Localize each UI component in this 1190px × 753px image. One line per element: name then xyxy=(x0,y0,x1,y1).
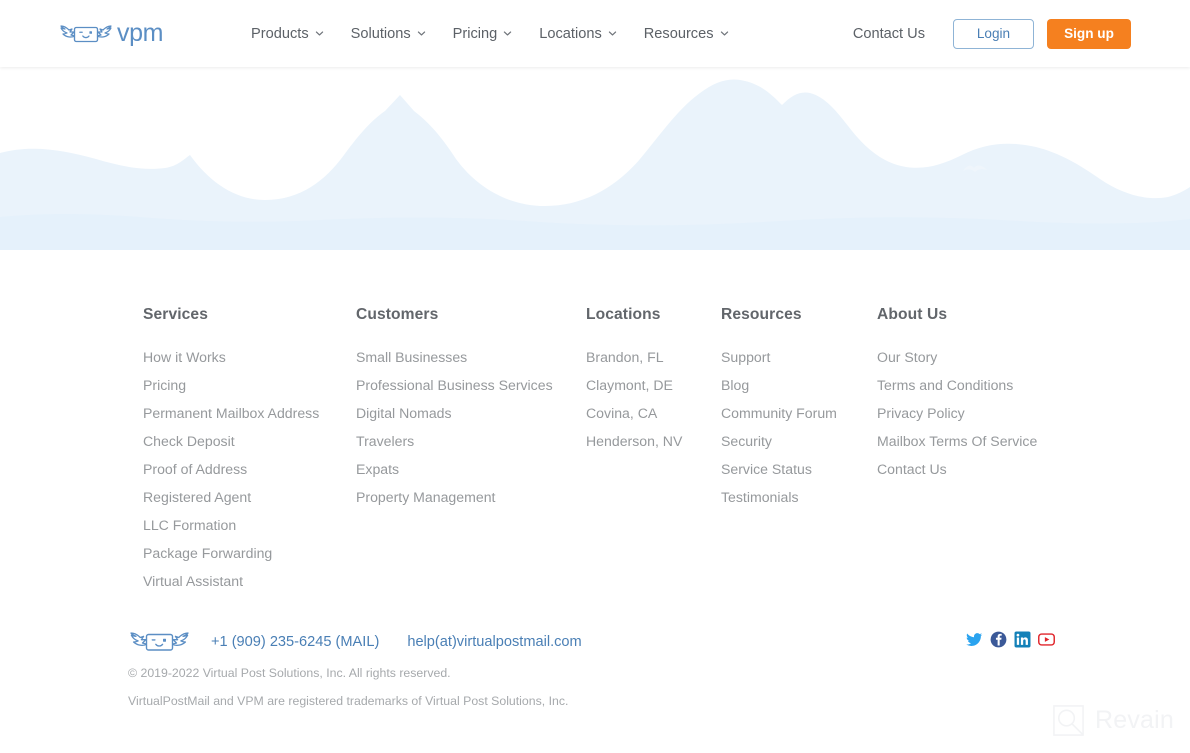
footer-column-about-us: About Us Our Story Terms and Conditions … xyxy=(877,306,1037,483)
hero-section xyxy=(0,67,1190,250)
footer-link-pricing[interactable]: Pricing xyxy=(143,371,319,399)
winged-envelope-icon xyxy=(128,625,191,658)
nav-label: Resources xyxy=(643,25,714,42)
footer-link-professional-business-services[interactable]: Professional Business Services xyxy=(356,371,553,399)
footer-link-support[interactable]: Support xyxy=(721,343,837,371)
signup-button[interactable]: Sign up xyxy=(1047,18,1131,49)
footer-link-testimonials[interactable]: Testimonials xyxy=(721,483,837,511)
footer-link-small-businesses[interactable]: Small Businesses xyxy=(356,343,553,371)
linkedin-icon[interactable] xyxy=(1014,631,1031,648)
footer-link-package-forwarding[interactable]: Package Forwarding xyxy=(143,539,319,567)
chevron-down-icon xyxy=(720,29,729,38)
facebook-icon[interactable] xyxy=(990,631,1007,648)
header-actions: Contact Us Login Sign up xyxy=(853,0,1131,67)
footer-link-covina-ca[interactable]: Covina, CA xyxy=(586,399,682,427)
footer-link-digital-nomads[interactable]: Digital Nomads xyxy=(356,399,553,427)
winged-envelope-icon xyxy=(58,19,114,49)
footer-column-title: About Us xyxy=(877,306,948,323)
footer-contact-row: +1 (909) 235-6245 (MAIL) help(at)virtual… xyxy=(128,625,582,658)
footer-link-contact-us[interactable]: Contact Us xyxy=(877,455,1037,483)
copyright-text: © 2019-2022 Virtual Post Solutions, Inc.… xyxy=(128,666,451,680)
footer-column-locations: Locations Brandon, FL Claymont, DE Covin… xyxy=(586,306,682,455)
footer-link-check-deposit[interactable]: Check Deposit xyxy=(143,427,319,455)
logo-link[interactable]: vpm xyxy=(58,19,163,49)
footer-link-property-management[interactable]: Property Management xyxy=(356,483,553,511)
nav-label: Pricing xyxy=(452,25,498,42)
footer-phone-link[interactable]: +1 (909) 235-6245 (MAIL) xyxy=(211,634,379,650)
mountain-wave-graphic xyxy=(0,79,1190,250)
nav-label: Products xyxy=(251,25,309,42)
footer-link-brandon-fl[interactable]: Brandon, FL xyxy=(586,343,682,371)
footer-link-terms-and-conditions[interactable]: Terms and Conditions xyxy=(877,371,1037,399)
page-root: vpm Products Solutions Pricing Locations… xyxy=(0,0,1190,753)
site-footer: Services How it Works Pricing Permanent … xyxy=(0,250,1190,753)
footer-link-service-status[interactable]: Service Status xyxy=(721,455,837,483)
footer-link-virtual-assistant[interactable]: Virtual Assistant xyxy=(143,567,319,595)
twitter-icon[interactable] xyxy=(966,631,983,648)
trademark-text: VirtualPostMail and VPM are registered t… xyxy=(128,694,569,708)
site-header: vpm Products Solutions Pricing Locations… xyxy=(0,0,1190,67)
footer-column-title: Customers xyxy=(356,306,439,323)
footer-column-title: Locations xyxy=(586,306,661,323)
footer-link-mailbox-terms-of-service[interactable]: Mailbox Terms Of Service xyxy=(877,427,1037,455)
nav-label: Locations xyxy=(539,25,602,42)
footer-link-blog[interactable]: Blog xyxy=(721,371,837,399)
footer-link-how-it-works[interactable]: How it Works xyxy=(143,343,319,371)
nav-item-locations[interactable]: Locations xyxy=(539,26,616,42)
footer-column-resources: Resources Support Blog Community Forum S… xyxy=(721,306,837,511)
youtube-icon[interactable] xyxy=(1038,631,1055,648)
chevron-down-icon xyxy=(503,29,512,38)
footer-link-henderson-nv[interactable]: Henderson, NV xyxy=(586,427,682,455)
footer-link-expats[interactable]: Expats xyxy=(356,455,553,483)
footer-link-claymont-de[interactable]: Claymont, DE xyxy=(586,371,682,399)
nav-item-resources[interactable]: Resources xyxy=(644,26,729,42)
footer-email-link[interactable]: help(at)virtualpostmail.com xyxy=(407,634,581,650)
footer-column-title: Resources xyxy=(721,306,802,323)
nav-label: Solutions xyxy=(350,25,411,42)
footer-link-registered-agent[interactable]: Registered Agent xyxy=(143,483,319,511)
footer-column-customers: Customers Small Businesses Professional … xyxy=(356,306,553,511)
main-nav: Products Solutions Pricing Locations Res… xyxy=(251,26,729,42)
chevron-down-icon xyxy=(608,29,617,38)
nav-item-solutions[interactable]: Solutions xyxy=(351,26,426,42)
social-links xyxy=(966,631,1055,648)
footer-link-community-forum[interactable]: Community Forum xyxy=(721,399,837,427)
nav-item-products[interactable]: Products xyxy=(251,26,324,42)
contact-us-link[interactable]: Contact Us xyxy=(853,26,925,42)
footer-column-title: Services xyxy=(143,306,208,323)
footer-column-services: Services How it Works Pricing Permanent … xyxy=(143,306,319,595)
footer-link-permanent-mailbox-address[interactable]: Permanent Mailbox Address xyxy=(143,399,319,427)
chevron-down-icon xyxy=(417,29,426,38)
login-button[interactable]: Login xyxy=(953,18,1034,49)
chevron-down-icon xyxy=(315,29,324,38)
logo-wordmark: vpm xyxy=(117,19,164,47)
footer-link-proof-of-address[interactable]: Proof of Address xyxy=(143,455,319,483)
footer-link-travelers[interactable]: Travelers xyxy=(356,427,553,455)
footer-link-llc-formation[interactable]: LLC Formation xyxy=(143,511,319,539)
nav-item-pricing[interactable]: Pricing xyxy=(453,26,513,42)
footer-link-security[interactable]: Security xyxy=(721,427,837,455)
footer-link-privacy-policy[interactable]: Privacy Policy xyxy=(877,399,1037,427)
footer-link-our-story[interactable]: Our Story xyxy=(877,343,1037,371)
